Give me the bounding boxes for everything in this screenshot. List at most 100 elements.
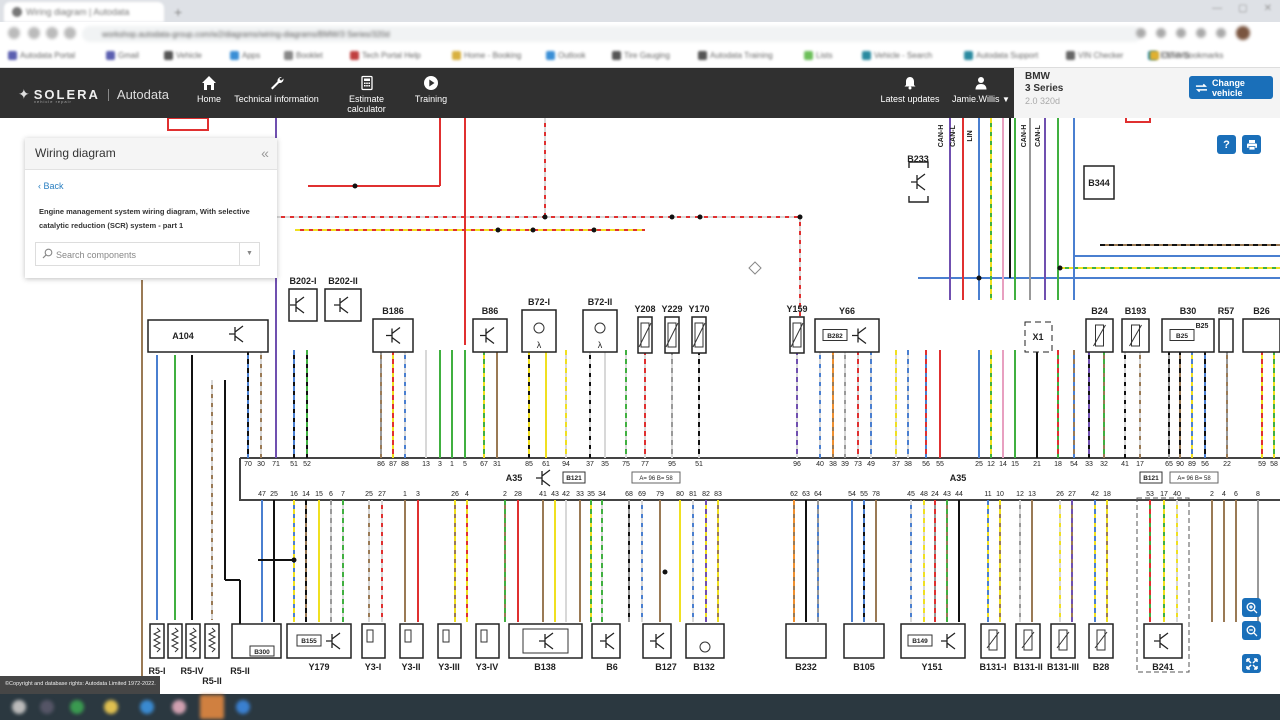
ecu-pin-number: 35 — [601, 461, 609, 468]
maximize-icon[interactable]: ▢ — [1238, 3, 1247, 14]
ecu-pin-number: 1 — [450, 461, 454, 468]
ecu-pin-number: 4 — [1222, 491, 1226, 498]
bookmark-item[interactable]: Autodata Support — [964, 51, 1038, 60]
nav-training[interactable]: Training — [414, 74, 448, 104]
zoom-out-button[interactable] — [1242, 621, 1261, 640]
fit-screen-button[interactable] — [1242, 654, 1261, 673]
ecu-pin-number: 51 — [695, 461, 703, 468]
home-browser-icon[interactable] — [64, 27, 76, 39]
component-label: B131-II — [1013, 662, 1043, 672]
search-dropdown-toggle[interactable]: ▼ — [239, 243, 259, 265]
change-vehicle-button[interactable]: Change vehicle — [1189, 76, 1273, 99]
panel-header: Wiring diagram « — [25, 138, 277, 170]
extension-icon[interactable] — [1156, 28, 1166, 38]
ecu-pin-number: 54 — [1070, 461, 1078, 468]
latest-updates-label: Latest updates — [880, 94, 940, 104]
component-box — [1218, 318, 1234, 353]
ecu-pin-number: 13 — [422, 461, 430, 468]
ecu-pin-number: 3 — [416, 491, 420, 498]
ecu-label-a35: A35 — [506, 473, 523, 483]
bookmark-item[interactable]: Home - Booking — [452, 51, 521, 60]
extension-icon[interactable] — [1216, 28, 1226, 38]
new-tab-icon[interactable]: + — [174, 4, 188, 20]
bookmark-item[interactable]: Gmail — [106, 51, 139, 60]
component-label: B127 — [655, 662, 677, 672]
chevron-down-icon: ▼ — [1002, 95, 1010, 104]
bookmark-item[interactable]: Apps — [230, 51, 260, 60]
ecu-pin-number: 33 — [1085, 461, 1093, 468]
ecu-pin-number: 43 — [551, 491, 559, 498]
user-menu[interactable]: Jamie.Willis ▼ — [950, 76, 1012, 104]
print-button[interactable] — [1242, 135, 1261, 154]
os-taskbar — [0, 694, 1280, 720]
sub-ref-label: B149 — [912, 638, 928, 645]
active-app-icon[interactable] — [200, 695, 224, 719]
extension-icon[interactable] — [1136, 28, 1146, 38]
component-label: Y3-I — [365, 662, 382, 672]
calculator-icon — [360, 75, 373, 91]
bookmark-item[interactable]: Tech Portal Help — [350, 51, 421, 60]
chrome-icon[interactable] — [70, 700, 84, 714]
bookmark-item[interactable]: Vehicle — [164, 51, 202, 60]
edge-icon[interactable] — [140, 700, 154, 714]
zoom-in-button[interactable] — [1242, 598, 1261, 617]
help-button[interactable]: ? — [1217, 135, 1236, 154]
ecu-pin-number: 95 — [668, 461, 676, 468]
bookmark-item[interactable]: Outlook — [546, 51, 586, 60]
file-explorer-icon[interactable] — [104, 700, 118, 714]
close-icon[interactable]: ✕ — [1264, 3, 1272, 14]
bookmark-item[interactable]: Tire Gauging — [612, 51, 670, 60]
extensions — [1136, 26, 1250, 40]
nav-home[interactable]: Home — [195, 74, 223, 104]
back-link[interactable]: ‹ Back — [38, 181, 64, 191]
ecu-pin-number: 2 — [1210, 491, 1214, 498]
minimize-icon[interactable]: — — [1212, 3, 1222, 14]
extension-icon[interactable] — [1176, 28, 1186, 38]
reload-icon[interactable] — [46, 27, 58, 39]
bookmark-item[interactable]: Vehicle - Search — [862, 51, 932, 60]
solera-autodata-logo[interactable]: ✦ SOLERA vehicle repair Autodata — [18, 86, 169, 104]
bookmark-item[interactable]: Booklet — [284, 51, 323, 60]
ecu-pin-number: 11 — [984, 491, 991, 498]
b233-transistor-symbol — [911, 173, 926, 191]
collapse-panel-icon[interactable]: « — [256, 143, 274, 165]
ecu-pin-number: 1 — [403, 491, 407, 498]
component-label: Y151 — [921, 662, 942, 672]
ecu-pin-number: 37 — [586, 461, 594, 468]
search-taskbar-icon[interactable] — [40, 700, 54, 714]
ecu-pin-number: 4 — [465, 491, 469, 498]
bookmark-item[interactable]: Other bookmarks — [1150, 51, 1223, 60]
url-bar[interactable]: workshop.autodata-group.com/w2/diagrams/… — [82, 26, 1142, 42]
bookmark-item[interactable]: Autodata Training — [698, 51, 773, 60]
component-label: B233 — [907, 154, 929, 164]
bookmark-item[interactable]: VIN Checker — [1066, 51, 1123, 60]
browser-tab[interactable]: Wiring diagram | Autodata — [4, 2, 164, 22]
component-label: B232 — [795, 662, 817, 672]
bookmark-item[interactable]: Lists — [804, 51, 832, 60]
bookmark-item[interactable]: Autodata Portal — [8, 51, 75, 60]
logo-separator — [107, 88, 109, 101]
nav-estimate-calculator[interactable]: Estimate calculator — [329, 74, 404, 114]
ecu-pin-number: 56 — [922, 461, 930, 468]
junction-dot — [542, 214, 548, 220]
ecu-pin-number: 42 — [562, 491, 570, 498]
start-icon[interactable] — [12, 700, 26, 714]
app-icon[interactable] — [236, 700, 250, 714]
nav-technical-information[interactable]: Technical information — [234, 74, 319, 104]
component-label: B193 — [1125, 306, 1147, 316]
ecu-pin-number: 80 — [676, 491, 684, 498]
forward-icon[interactable] — [28, 27, 40, 39]
ecu-pin-number: 28 — [514, 491, 522, 498]
app-icon[interactable] — [172, 700, 186, 714]
product-name: Autodata — [116, 87, 169, 102]
zoom-out-icon — [1246, 625, 1257, 636]
panel-title: Wiring diagram — [35, 146, 116, 160]
latest-updates-button[interactable]: Latest updates — [880, 76, 940, 104]
junction-dot — [1057, 265, 1063, 271]
profile-avatar[interactable] — [1236, 26, 1250, 40]
search-components-input[interactable] — [56, 247, 236, 262]
back-icon[interactable] — [8, 27, 20, 39]
extension-icon[interactable] — [1196, 28, 1206, 38]
ecu-pin-number: 42 — [1091, 491, 1099, 498]
ecu-pin-number: 55 — [860, 491, 868, 498]
